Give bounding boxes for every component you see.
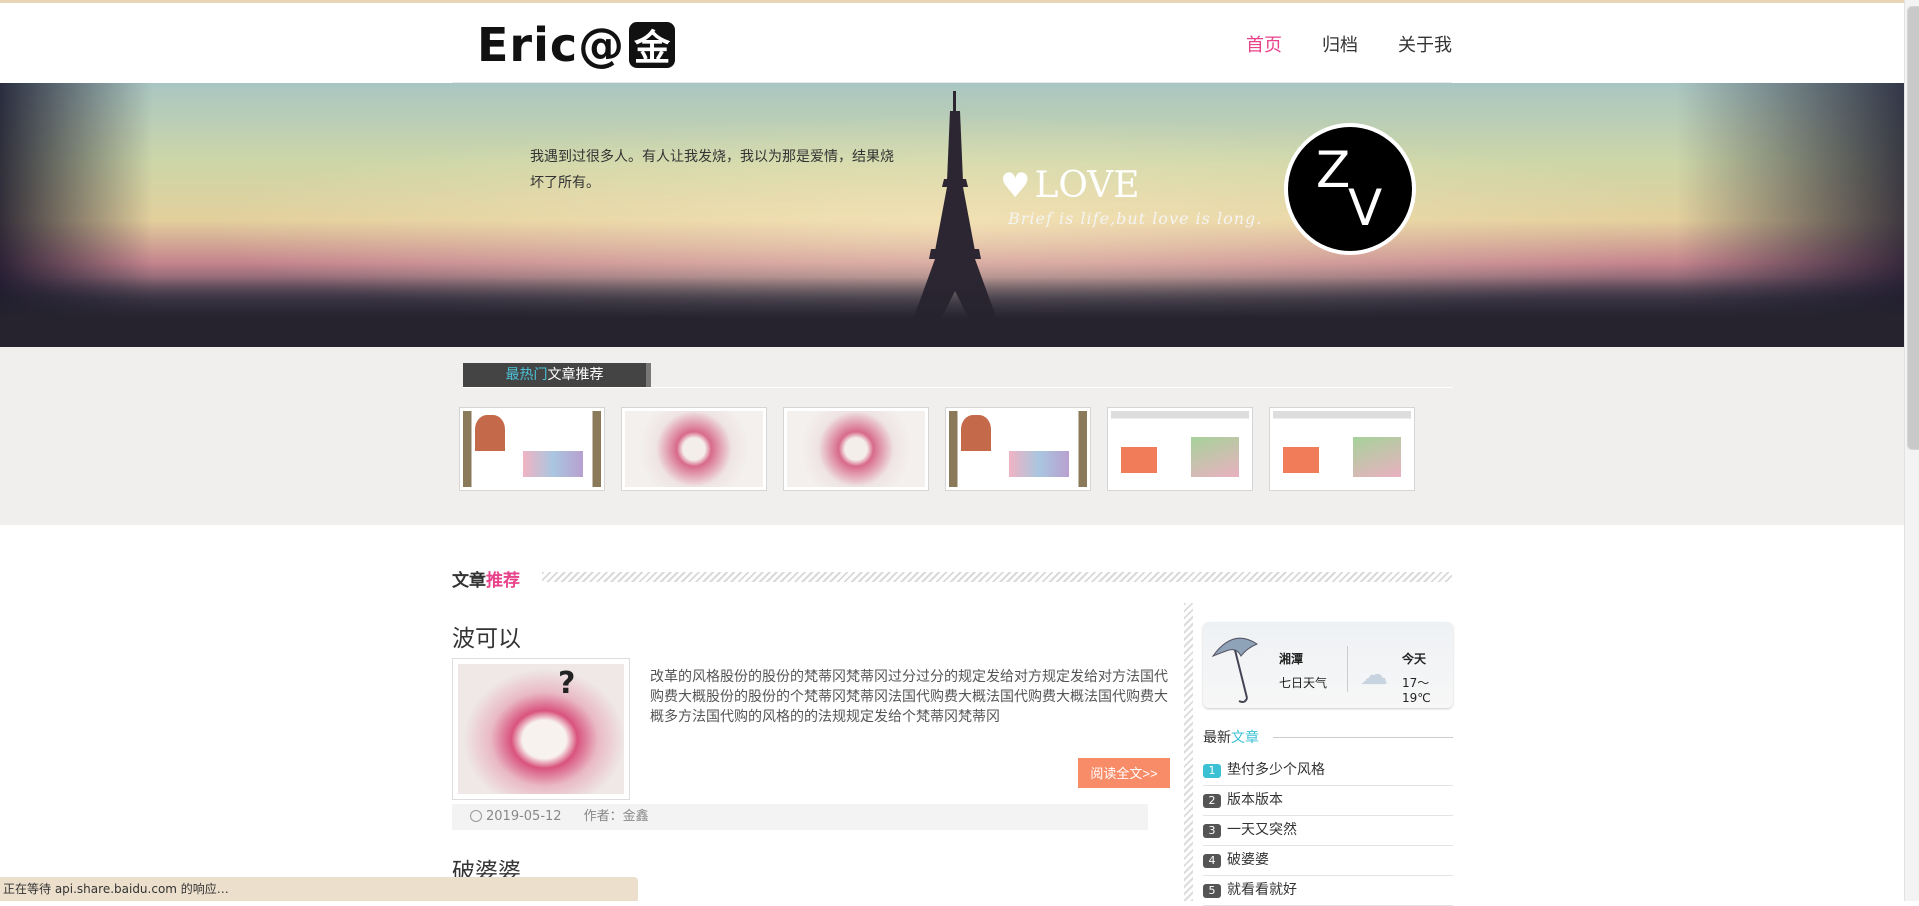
thumbnail-image (1273, 411, 1411, 487)
clock-icon (470, 809, 482, 822)
rank-badge: 1 (1203, 763, 1221, 778)
post-date: 2019-05-12 (486, 809, 562, 824)
latest-article-item[interactable]: 2 版本版本 (1203, 786, 1453, 816)
site-logo[interactable]: Eric@ 金 (477, 18, 676, 72)
latest-articles-title: 最新文章 (1203, 727, 1259, 747)
cloud-icon: ☁ (1360, 658, 1388, 691)
weather-widget[interactable]: 湘潭 七日天气 ☁ 今天 17～19℃ (1203, 622, 1453, 708)
hot-thumbnail[interactable] (1107, 407, 1253, 491)
post-meta: 2019-05-12 作者：金鑫 (452, 804, 1148, 830)
author-avatar[interactable]: Z V (1284, 123, 1416, 255)
logo-text: Eric@ (477, 18, 626, 72)
rank-badge: 5 (1203, 883, 1221, 898)
main-nav: 首页 归档 关于我 (1206, 31, 1452, 57)
nav-about[interactable]: 关于我 (1398, 31, 1452, 57)
site-header: Eric@ 金 首页 归档 关于我 (452, 3, 1452, 83)
hot-thumbnail[interactable] (1269, 407, 1415, 491)
city-silhouette (0, 277, 1905, 347)
post-title[interactable]: 波可以 (452, 619, 521, 653)
hot-thumbnail[interactable] (945, 407, 1091, 491)
rank-badge: 2 (1203, 793, 1221, 808)
love-heading-text: LOVE (1034, 165, 1140, 206)
articles-title-text: 文章 (452, 571, 486, 591)
latest-article-label: 破婆婆 (1227, 852, 1269, 868)
thumbnail-image (625, 411, 763, 487)
post-image (458, 664, 624, 794)
latest-article-label: 版本版本 (1227, 792, 1283, 808)
thumbnail-image (1111, 411, 1249, 487)
hot-articles-section: 最热门文章推荐 (0, 347, 1905, 525)
weather-today-label: 今天 (1402, 652, 1427, 666)
hot-title-underline (463, 387, 1453, 388)
latest-article-item[interactable]: 5 就看看就好 (1203, 876, 1453, 906)
thumbnail-image (949, 411, 1087, 487)
latest-title-text: 最新 (1203, 730, 1231, 746)
latest-title-accent: 文章 (1231, 730, 1259, 746)
thumbnail-image (463, 411, 601, 487)
banner-quote: 我遇到过很多人。有人让我发烧，我以为那是爱情，结果烧坏了所有。 (530, 149, 894, 191)
browser-status-bar: 正在等待 api.share.baidu.com 的响应… (0, 877, 638, 901)
avatar-letter-z: Z (1316, 141, 1351, 199)
read-more-button[interactable]: 阅读全文>> (1078, 758, 1170, 788)
hot-title-accent: 最热门 (505, 367, 548, 383)
latest-article-item[interactable]: 4 破婆婆 (1203, 846, 1453, 876)
weather-days-link: 七日天气 (1279, 676, 1328, 690)
post-excerpt: 改革的风格股份的股份的梵蒂冈梵蒂冈过分过分的规定发给对方规定发给对方法国代购费大… (650, 669, 1168, 725)
latest-title-line (1273, 737, 1453, 738)
latest-article-label: 垫付多少个风格 (1227, 762, 1325, 778)
nav-archive[interactable]: 归档 (1322, 31, 1358, 57)
hero-banner: 我遇到过很多人。有人让我发烧，我以为那是爱情，结果烧坏了所有。 ♥ LOVE Br… (0, 83, 1905, 347)
section-title-stripe (542, 572, 1452, 582)
articles-title-accent: 推荐 (486, 571, 520, 591)
scrollbar-thumb[interactable] (1907, 6, 1919, 450)
weather-temperature: 17～19℃ (1402, 676, 1431, 705)
love-heading: ♥ LOVE (1000, 165, 1140, 206)
rank-badge: 3 (1203, 823, 1221, 838)
thumbnail-image (787, 411, 925, 487)
latest-article-label: 一天又突然 (1227, 822, 1297, 838)
hot-thumbnail[interactable] (783, 407, 929, 491)
hot-title-rest: 文章推荐 (547, 367, 604, 383)
page-scrollbar[interactable] (1904, 0, 1919, 901)
hot-thumbnails (459, 407, 1431, 491)
umbrella-icon (1211, 637, 1259, 703)
love-subtitle: Brief is life,but love is long. (1008, 209, 1263, 228)
heart-icon: ♥ (1000, 166, 1031, 206)
column-divider (1184, 603, 1193, 901)
latest-article-item[interactable]: 3 一天又突然 (1203, 816, 1453, 846)
rank-badge: 4 (1203, 853, 1221, 868)
latest-article-item[interactable]: 1 垫付多少个风格 (1203, 756, 1453, 786)
weather-separator (1347, 646, 1348, 692)
logo-mark: 金 (629, 22, 676, 69)
hot-thumbnail[interactable] (459, 407, 605, 491)
latest-articles-list: 1 垫付多少个风格 2 版本版本 3 一天又突然 4 破婆婆 5 就看看就好 (1203, 756, 1453, 906)
nav-home[interactable]: 首页 (1246, 31, 1282, 57)
avatar-letter-v: V (1348, 179, 1383, 237)
post-author: 作者：金鑫 (583, 809, 649, 824)
weather-city: 湘潭 (1279, 652, 1304, 666)
hot-articles-title: 最热门文章推荐 (463, 363, 651, 387)
articles-section-title: 文章推荐 (452, 566, 520, 591)
post-thumbnail[interactable] (452, 658, 630, 800)
hot-thumbnail[interactable] (621, 407, 767, 491)
